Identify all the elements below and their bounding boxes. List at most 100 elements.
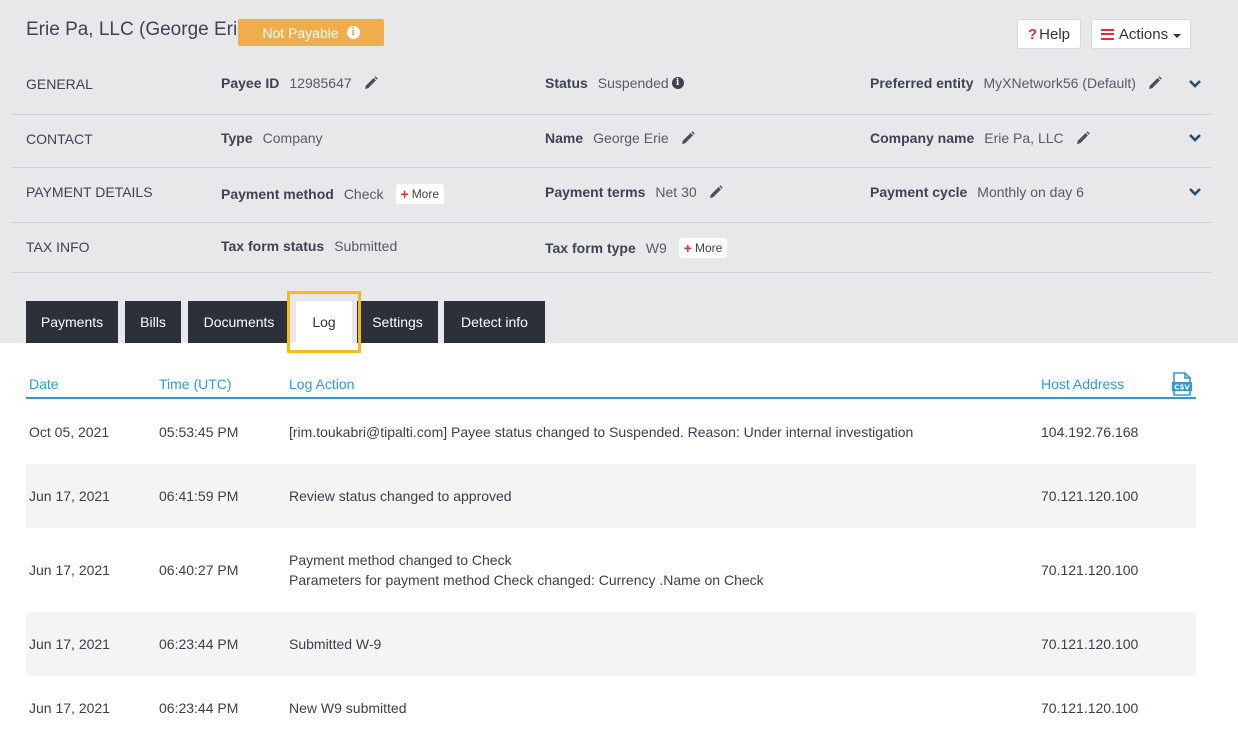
chevron-down-icon[interactable]: [1188, 185, 1202, 199]
cell-date: Jun 17, 2021: [29, 562, 110, 578]
tax-form-type-label: Tax form type: [545, 240, 636, 256]
badge-label: Not Payable: [262, 24, 339, 41]
payee-title: Erie Pa, LLC (George Erie): [26, 19, 255, 40]
edit-pencil-icon[interactable]: [1076, 131, 1090, 145]
section-tax-info: TAX INFO: [26, 239, 90, 255]
caret-down-icon: [1173, 33, 1182, 38]
active-tab-highlight: [287, 291, 361, 353]
cell-action: Submitted W-9: [289, 636, 382, 652]
section-general: GENERAL: [26, 76, 93, 92]
cell-host: 70.121.120.100: [1041, 562, 1139, 578]
cell-date: Jun 17, 2021: [29, 488, 110, 504]
cell-time: 06:41:59 PM: [159, 488, 239, 504]
cell-action: Payment method changed to Check: [289, 552, 512, 568]
payment-cycle-label: Payment cycle: [870, 184, 968, 200]
name-field: Name George Erie: [545, 130, 695, 146]
payment-cycle-field: Payment cycle Monthly on day 6: [870, 184, 1084, 200]
tab-payments[interactable]: Payments: [26, 301, 118, 343]
status-badge: Not Payable i: [238, 19, 384, 46]
cell-host: 70.121.120.100: [1041, 488, 1139, 504]
cell-time: 06:23:44 PM: [159, 636, 239, 652]
edit-pencil-icon[interactable]: [1148, 76, 1162, 90]
tax-form-status-value: Submitted: [334, 238, 398, 254]
cell-action-line2: Parameters for payment method Check chan…: [289, 572, 764, 588]
cell-time: 05:53:45 PM: [159, 424, 239, 440]
csv-export-icon[interactable]: CSV: [1171, 372, 1193, 396]
help-button[interactable]: ? Help: [1017, 19, 1081, 49]
column-host-address[interactable]: Host Address: [1041, 376, 1124, 392]
header-divider: [26, 397, 1196, 399]
menu-icon: [1100, 28, 1114, 40]
help-label: Help: [1039, 25, 1071, 43]
column-date[interactable]: Date: [29, 376, 59, 392]
more-button[interactable]: + More: [678, 238, 728, 258]
type-value: Company: [262, 130, 323, 146]
cell-host: 70.121.120.100: [1041, 700, 1139, 716]
edit-pencil-icon[interactable]: [681, 131, 695, 145]
payee-id-field: Payee ID 12985647: [221, 75, 378, 91]
tab-detect-info[interactable]: Detect info: [444, 301, 545, 343]
cell-time: 06:23:44 PM: [159, 700, 239, 716]
payment-terms-label: Payment terms: [545, 184, 646, 200]
table-row: Jun 17, 2021 06:23:44 PM New W9 submitte…: [26, 676, 1196, 740]
table-row: Jun 17, 2021 06:40:27 PM Payment method …: [26, 528, 1196, 612]
tab-bills[interactable]: Bills: [125, 301, 181, 343]
column-time[interactable]: Time (UTC): [159, 376, 232, 392]
payment-method-value: Check: [343, 186, 384, 202]
info-icon[interactable]: i: [346, 26, 360, 39]
cell-date: Oct 05, 2021: [29, 424, 110, 440]
tax-form-status-field: Tax form status Submitted: [221, 238, 397, 254]
plus-icon: +: [400, 186, 409, 202]
tax-form-status-label: Tax form status: [221, 238, 325, 254]
info-icon[interactable]: i: [671, 77, 684, 89]
tax-form-type-value: W9: [645, 240, 667, 256]
cell-time: 06:40:27 PM: [159, 562, 239, 578]
payee-id-value: 12985647: [289, 75, 352, 91]
more-button[interactable]: + More: [395, 184, 445, 204]
cell-host: 104.192.76.168: [1041, 424, 1139, 440]
tax-form-type-field: Tax form type W9 + More: [545, 238, 728, 258]
payment-method-label: Payment method: [221, 186, 334, 202]
name-label: Name: [545, 130, 584, 146]
cell-action: Review status changed to approved: [289, 488, 512, 504]
column-log-action[interactable]: Log Action: [289, 376, 354, 392]
status-value: Suspended: [597, 75, 669, 91]
more-label: More: [411, 187, 440, 201]
status-label: Status: [545, 75, 588, 91]
payment-terms-field: Payment terms Net 30: [545, 184, 723, 200]
payee-id-label: Payee ID: [221, 75, 280, 91]
cell-action: New W9 submitted: [289, 700, 407, 716]
actions-button[interactable]: Actions: [1091, 19, 1191, 49]
section-payment-details: PAYMENT DETAILS: [26, 184, 153, 200]
table-row: Oct 05, 2021 05:53:45 PM [rim.toukabri@t…: [26, 400, 1196, 464]
payee-header-panel: Erie Pa, LLC (George Erie) Not Payable i…: [0, 0, 1238, 343]
company-name-label: Company name: [870, 130, 975, 146]
payment-method-field: Payment method Check + More: [221, 184, 445, 204]
table-row: Jun 17, 2021 06:41:59 PM Review status c…: [26, 464, 1196, 528]
edit-pencil-icon[interactable]: [364, 76, 378, 90]
type-label: Type: [221, 130, 253, 146]
csv-text: CSV: [1174, 384, 1190, 392]
cell-action: [rim.toukabri@tipalti.com] Payee status …: [289, 424, 914, 440]
actions-label: Actions: [1118, 25, 1169, 43]
plus-icon: +: [683, 240, 692, 256]
table-row: Jun 17, 2021 06:23:44 PM Submitted W-9 7…: [26, 612, 1196, 676]
type-field: Type Company: [221, 130, 323, 146]
chevron-down-icon[interactable]: [1188, 77, 1202, 91]
preferred-entity-field: Preferred entity MyXNetwork56 (Default): [870, 75, 1162, 91]
preferred-entity-value: MyXNetwork56 (Default): [983, 75, 1136, 91]
section-contact: CONTACT: [26, 131, 93, 147]
cell-date: Jun 17, 2021: [29, 700, 110, 716]
tab-documents[interactable]: Documents: [188, 301, 290, 343]
preferred-entity-label: Preferred entity: [870, 75, 974, 91]
status-field: Status Suspended i: [545, 75, 684, 91]
help-question-icon: ?: [1027, 25, 1038, 43]
edit-pencil-icon[interactable]: [709, 185, 723, 199]
chevron-down-icon[interactable]: [1188, 131, 1202, 145]
company-name-field: Company name Erie Pa, LLC: [870, 130, 1090, 146]
company-name-value: Erie Pa, LLC: [984, 130, 1064, 146]
name-value: George Erie: [593, 130, 669, 146]
more-label: More: [694, 241, 723, 255]
tab-settings[interactable]: Settings: [357, 301, 438, 343]
payment-cycle-value: Monthly on day 6: [977, 184, 1084, 200]
